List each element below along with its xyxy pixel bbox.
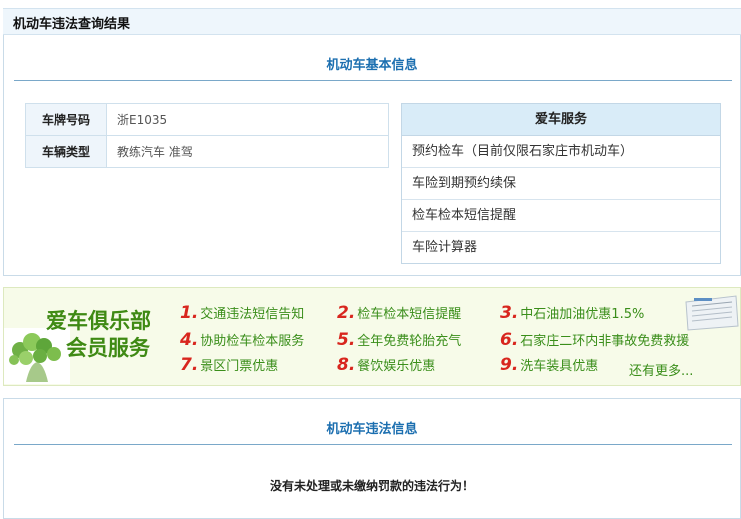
more-link[interactable]: 还有更多... [629, 360, 693, 379]
benefit-item: 5. 全年免费轮胎充气 [337, 330, 462, 350]
violation-heading: 机动车违法信息 [326, 422, 418, 437]
benefit-item: 1. 交通违法短信告知 [180, 303, 305, 323]
basic-info-panel: 机动车基本信息 车牌号码 浙E1035 车辆类型 教练汽车 准驾 爱车服务 预约… [3, 35, 741, 276]
service-link-sms-reminder[interactable]: 检车检本短信提醒 [402, 200, 720, 232]
plate-number-value: 浙E1035 [106, 103, 389, 136]
benefit-item: 6. 石家庄二环内非事故免费救援 [500, 330, 690, 350]
club-title: 爱车俱乐部 [46, 309, 151, 333]
benefit-item: 2. 检车检本短信提醒 [337, 303, 462, 323]
benefit-item: 4. 协助检车检本服务 [180, 330, 305, 350]
basic-info-divider [14, 80, 732, 81]
no-violation-message: 没有未处理或未缴纳罚款的违法行为！ [269, 479, 474, 493]
vehicle-info-table: 车牌号码 浙E1035 车辆类型 教练汽车 准驾 [25, 103, 389, 168]
violation-panel: 机动车违法信息 没有未处理或未缴纳罚款的违法行为！ [3, 398, 741, 519]
service-link-insurance-calculator[interactable]: 车险计算器 [402, 232, 720, 263]
car-service-box: 爱车服务 预约检车（目前仅限石家庄市机动车） 车险到期预约续保 检车检本短信提醒… [401, 103, 721, 264]
member-service-title: 会员服务 [66, 336, 150, 360]
vehicle-type-label: 车辆类型 [25, 135, 107, 168]
basic-info-heading: 机动车基本信息 [326, 58, 418, 73]
benefit-item: 8. 餐饮娱乐优惠 [337, 355, 436, 375]
benefit-item: 7. 景区门票优惠 [180, 355, 279, 375]
table-row: 车牌号码 浙E1035 [25, 103, 389, 136]
plate-number-label: 车牌号码 [25, 103, 107, 136]
page-header: 机动车违法查询结果 [3, 8, 741, 35]
violation-divider [14, 444, 732, 445]
service-link-inspection-booking[interactable]: 预约检车（目前仅限石家庄市机动车） [402, 136, 720, 168]
benefit-item: 3. 中石油加油优惠1.5% [500, 303, 645, 323]
vehicle-type-value: 教练汽车 准驾 [106, 135, 389, 168]
service-link-insurance-renewal[interactable]: 车险到期预约续保 [402, 168, 720, 200]
table-row: 车辆类型 教练汽车 准驾 [25, 135, 389, 168]
plant-icon [4, 328, 70, 384]
benefit-item: 9. 洗车装具优惠 [500, 355, 599, 375]
club-banner[interactable]: 爱车俱乐部 会员服务 1. 交通违法短信告知 2. 检车检本短信提醒 3. 中石油加油… [3, 287, 741, 386]
page-title: 机动车违法查询结果 [13, 17, 131, 32]
car-service-heading: 爱车服务 [402, 104, 720, 136]
newspaper-icon [685, 295, 739, 331]
